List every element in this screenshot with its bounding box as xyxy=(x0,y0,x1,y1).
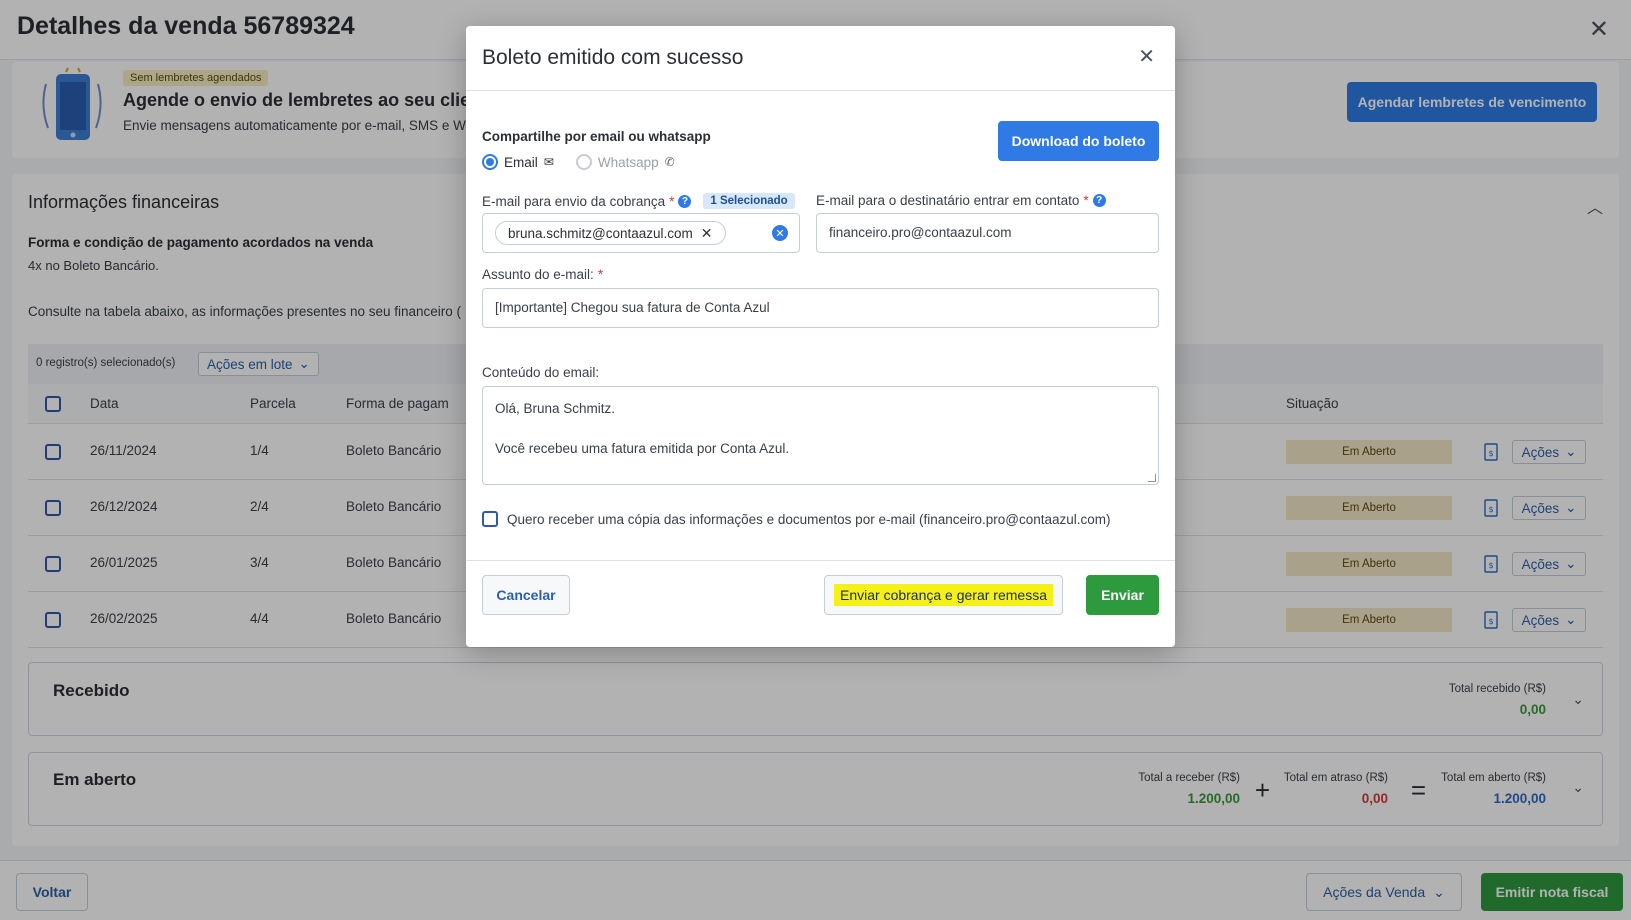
share-channel-radio-group: Email ✉ Whatsapp ✆ xyxy=(482,154,675,170)
help-icon[interactable]: ? xyxy=(1092,194,1106,207)
subject-label: Assunto do e-mail: * xyxy=(482,267,603,282)
contact-email-input[interactable]: financeiro.pro@contaazul.com xyxy=(816,213,1159,253)
content-label-text: Conteúdo do email: xyxy=(482,365,600,380)
email-icon: ✉ xyxy=(543,155,554,169)
email-chip: bruna.schmitz@contaazul.com ✕ xyxy=(495,221,726,245)
required-mark: * xyxy=(597,267,604,282)
content-text: Olá, Bruna Schmitz. Você recebeu uma fat… xyxy=(495,399,789,459)
clear-icon[interactable]: ✕ xyxy=(772,225,788,241)
share-label: Compartilhe por email ou whatsapp xyxy=(482,129,711,144)
contact-email-label-text: E-mail para o destinatário entrar em con… xyxy=(816,193,1080,208)
content-line-2: Você recebeu uma fatura emitida por Cont… xyxy=(495,441,790,456)
modal-title: Boleto emitido com sucesso xyxy=(482,46,744,69)
modal-header: Boleto emitido com sucesso ✕ xyxy=(466,26,1175,91)
content-line-1: Olá, Bruna Schmitz. xyxy=(495,401,616,416)
resize-handle[interactable] xyxy=(1148,474,1156,482)
radio-email-selected[interactable] xyxy=(482,154,498,170)
whatsapp-icon: ✆ xyxy=(664,155,675,169)
required-mark: * xyxy=(669,193,675,209)
send-and-generate-remittance-button[interactable]: Enviar cobrança e gerar remessa xyxy=(824,575,1063,615)
email-recipient-label-text: E-mail para envio da cobrança xyxy=(482,193,666,209)
close-icon[interactable]: ✕ xyxy=(1138,47,1155,67)
radio-whatsapp-unselected[interactable] xyxy=(575,154,592,170)
email-recipient-label: E-mail para envio da cobrança * ? 1 Sele… xyxy=(482,193,795,209)
contact-email-label: E-mail para o destinatário entrar em con… xyxy=(816,193,1106,208)
boleto-success-modal: Boleto emitido com sucesso ✕ Compartilhe… xyxy=(466,26,1175,647)
content-label: Conteúdo do email: xyxy=(482,365,599,380)
contact-email-value: financeiro.pro@contaazul.com xyxy=(829,225,1012,240)
send-and-generate-remittance-label: Enviar cobrança e gerar remessa xyxy=(834,584,1053,606)
subject-value: [Importante] Chegou sua fatura de Conta … xyxy=(495,300,770,315)
remove-chip-icon[interactable]: ✕ xyxy=(701,225,713,242)
radio-email[interactable]: Email ✉ xyxy=(482,154,554,170)
subject-input[interactable]: [Importante] Chegou sua fatura de Conta … xyxy=(482,288,1159,328)
required-mark: * xyxy=(1083,193,1089,208)
email-recipient-input[interactable]: bruna.schmitz@contaazul.com ✕ ✕ xyxy=(482,213,800,253)
radio-whatsapp-label: Whatsapp xyxy=(597,154,659,170)
email-chip-text: bruna.schmitz@contaazul.com xyxy=(508,225,693,241)
copy-email-label: Quero receber uma cópia das informações … xyxy=(507,511,1111,527)
radio-email-label: Email xyxy=(504,154,538,170)
send-button[interactable]: Enviar xyxy=(1086,575,1159,615)
selected-count-badge: 1 Selecionado xyxy=(703,193,795,209)
cancel-button[interactable]: Cancelar xyxy=(482,575,570,615)
download-boleto-button[interactable]: Download do boleto xyxy=(998,121,1159,161)
subject-label-text: Assunto do e-mail: xyxy=(482,267,594,282)
copy-email-option[interactable]: Quero receber uma cópia das informações … xyxy=(482,511,1111,527)
copy-email-checkbox[interactable] xyxy=(482,511,498,527)
modal-footer: Cancelar Enviar cobrança e gerar remessa… xyxy=(466,560,1175,647)
content-textarea[interactable]: Olá, Bruna Schmitz. Você recebeu uma fat… xyxy=(482,386,1159,485)
help-icon[interactable]: ? xyxy=(678,194,692,208)
radio-whatsapp[interactable]: Whatsapp ✆ xyxy=(575,154,675,170)
